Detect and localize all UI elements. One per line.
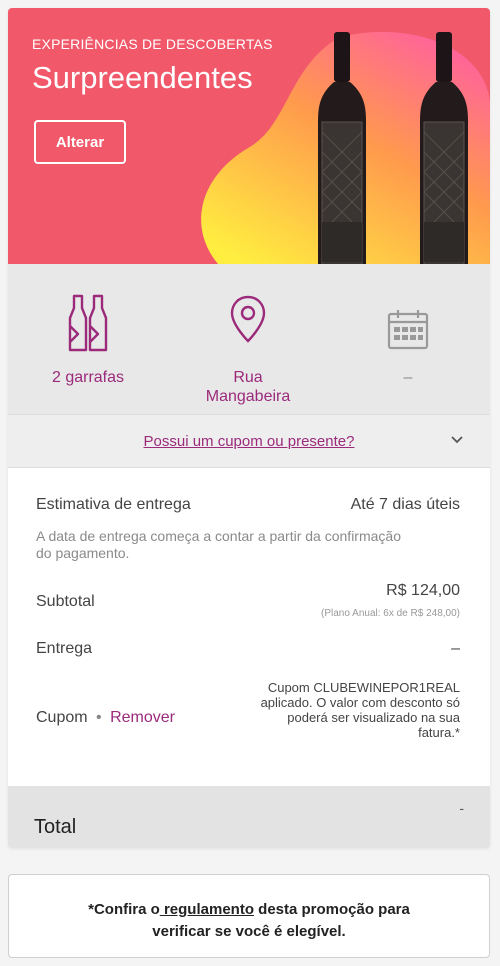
plan-details-strip: 2 garrafas Rua Mangabeira – bbox=[8, 264, 490, 414]
bottles-label: 2 garrafas bbox=[51, 369, 125, 386]
coupon-row: Cupom • Remover bbox=[36, 709, 175, 727]
chevron-down-icon[interactable] bbox=[450, 435, 464, 445]
subtotal-label: Subtotal bbox=[36, 593, 95, 610]
calendar-icon bbox=[387, 310, 429, 350]
promo-line2: verificar se você é elegível. bbox=[152, 923, 346, 940]
subtotal-value: R$ 124,00 bbox=[386, 582, 460, 599]
promo-suffix: desta promoção para bbox=[253, 901, 410, 918]
total-row: Total - bbox=[8, 786, 490, 848]
coupon-link[interactable]: Possui um cupom ou presente? bbox=[8, 433, 490, 450]
date-label: – bbox=[403, 369, 413, 386]
coupon-label: Cupom bbox=[36, 709, 88, 726]
coupon-separator: • bbox=[96, 709, 102, 726]
promo-prefix: *Confira o bbox=[88, 901, 160, 918]
address-line1: Rua bbox=[233, 369, 263, 386]
total-label: Total bbox=[34, 816, 77, 838]
order-summary-card: EXPERIÊNCIAS DE DESCOBERTAS Surpreendent… bbox=[8, 8, 490, 848]
plan-hero-banner: EXPERIÊNCIAS DE DESCOBERTAS Surpreendent… bbox=[8, 8, 490, 264]
shipping-label: Entrega bbox=[36, 640, 93, 657]
delivery-estimate-label: Estimativa de entrega bbox=[36, 496, 191, 513]
wine-bottles-image bbox=[318, 32, 468, 264]
change-plan-button[interactable]: Alterar bbox=[34, 120, 126, 164]
delivery-estimate-value: Até 7 dias úteis bbox=[350, 496, 460, 513]
plan-kicker: EXPERIÊNCIAS DE DESCOBERTAS bbox=[32, 36, 273, 52]
promo-rules-notice: *Confira o regulamento desta promoção pa… bbox=[8, 874, 490, 958]
map-pin-icon bbox=[230, 295, 266, 343]
rules-link[interactable]: regulamento bbox=[160, 901, 254, 918]
wine-bottles-icon bbox=[68, 294, 108, 352]
shipping-value: – bbox=[451, 640, 460, 657]
coupon-toggle[interactable]: Possui um cupom ou presente? bbox=[8, 414, 490, 468]
remove-coupon-link[interactable]: Remover bbox=[110, 709, 175, 726]
coupon-applied-message: Cupom CLUBEWINEPOR1REAL aplicado. O valo… bbox=[260, 680, 460, 740]
total-value: - bbox=[459, 800, 464, 816]
delivery-note: A data de entrega começa a contar a part… bbox=[36, 528, 401, 561]
address-line2: Mangabeira bbox=[205, 388, 291, 405]
plan-installments-note: (Plano Anual: 6x de R$ 248,00) bbox=[321, 608, 460, 619]
address-label: Rua Mangabeira bbox=[168, 368, 328, 406]
plan-title: Surpreendentes bbox=[32, 60, 253, 95]
